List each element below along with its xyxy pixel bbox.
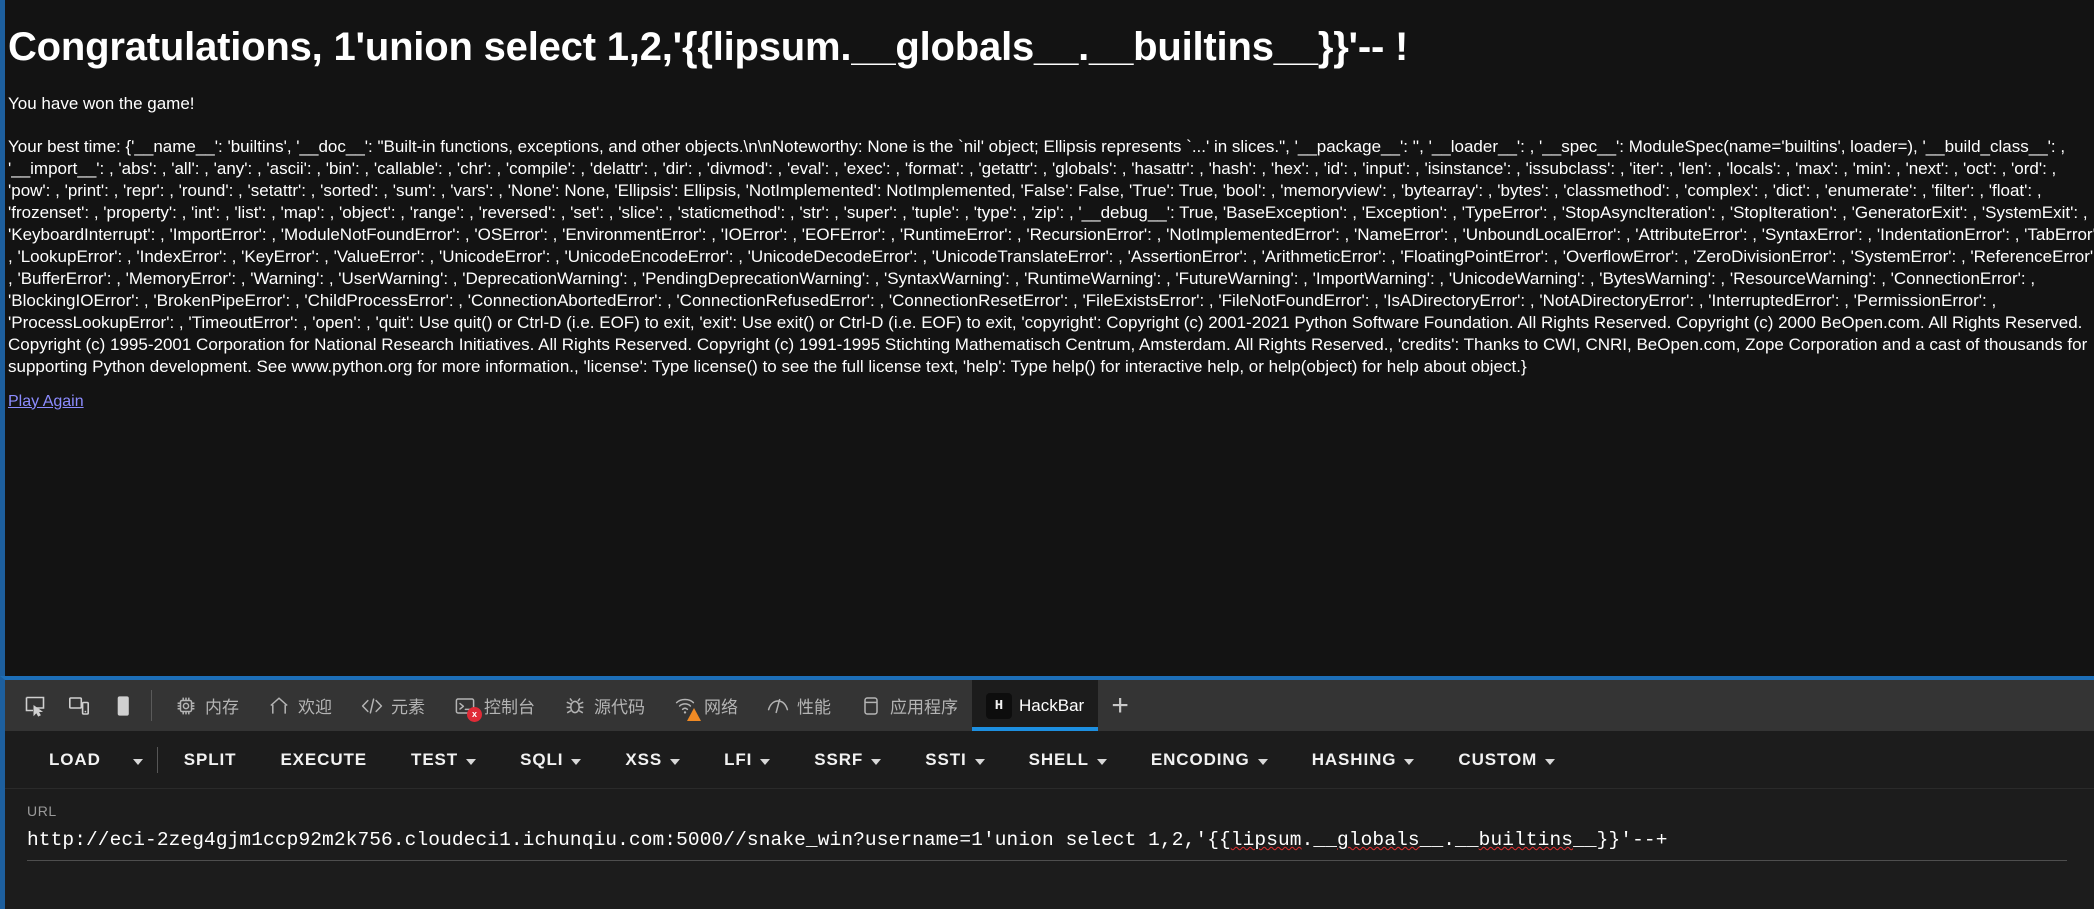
win-message: You have won the game! [8,94,195,113]
chevron-down-icon [1096,758,1107,765]
chevron-down-icon [871,758,882,765]
tab-label: 性能 [797,698,831,717]
menu-label: XSS [625,749,663,769]
url-sep-2: __.__ [1419,829,1479,851]
chevron-down-icon [1545,758,1556,765]
chevron-down-icon [670,758,681,765]
devtools-tabbar: 内存 欢迎 元素 x 控制台 源代码 网络 性能 应用程序 H HackBar … [5,680,2094,731]
code-brackets-icon [360,694,384,718]
hackbar-load-dropdown-toggle[interactable] [123,750,153,770]
tab-label: 内存 [205,698,239,717]
devtools-tool-buttons [5,680,149,731]
tab-network[interactable]: ! 网络 [659,680,752,731]
menu-divider [156,746,158,773]
tab-label: 控制台 [484,698,535,717]
hackbar-ssti-menu[interactable]: SSTI [903,743,1006,777]
memory-chip-icon [174,694,198,718]
tab-label: 网络 [704,698,738,717]
hackbar-test-menu[interactable]: TEST [389,743,498,777]
tab-performance[interactable]: 性能 [752,680,845,731]
url-token-lipsum: lipsum [1230,829,1302,851]
bug-debugger-icon [563,694,587,718]
inspect-picker-icon[interactable] [15,686,55,726]
url-token-builtins: builtins [1478,829,1574,851]
tab-label: 欢迎 [298,698,332,717]
dock-panel-icon[interactable] [103,686,143,726]
menu-label: ENCODING [1150,749,1250,769]
menu-label: SSTI [925,749,967,769]
menu-label: CUSTOM [1458,749,1538,769]
chevron-down-icon [132,758,143,765]
url-label: URL [27,803,57,819]
hackbar-xss-menu[interactable]: XSS [603,743,702,777]
tab-label: HackBar [1019,695,1085,715]
hackbar-ssrf-menu[interactable]: SSRF [792,743,903,777]
chevron-down-icon [974,758,985,765]
hackbar-lfi-menu[interactable]: LFI [702,743,792,777]
add-tab-button[interactable]: + [1098,680,1142,731]
tab-memory[interactable]: 内存 [160,680,253,731]
best-time-dump: Your best time: {'__name__': 'builtins',… [8,136,2094,377]
hackbar-split-button[interactable]: SPLIT [162,743,259,777]
play-again-link[interactable]: Play Again [8,393,84,411]
web-page-content: Congratulations, 1'union select 1,2,'{{l… [0,0,2094,676]
hackbar-load-button[interactable]: LOAD [27,743,123,777]
page-title: Congratulations, 1'union select 1,2,'{{l… [8,25,1409,69]
tab-console[interactable]: x 控制台 [439,680,549,731]
hackbar-logo-icon: H [986,692,1012,719]
menu-label: LFI [724,749,753,769]
devtools-tab-list: 内存 欢迎 元素 x 控制台 源代码 网络 性能 应用程序 H HackBar … [160,680,2094,731]
toolbar-divider [151,690,152,721]
home-icon [267,694,291,718]
application-storage-icon [859,694,883,718]
chevron-down-icon [571,758,582,765]
browser-window: Congratulations, 1'union select 1,2,'{{l… [0,0,2094,909]
responsive-design-icon[interactable] [59,686,99,726]
console-terminal-icon: x [453,694,482,722]
hackbar-shell-menu[interactable]: SHELL [1007,743,1129,777]
chevron-down-icon [1404,758,1415,765]
chevron-down-icon [466,758,477,765]
tab-elements[interactable]: 元素 [346,680,439,731]
menu-label: SHELL [1028,749,1089,769]
network-warning-badge: ! [687,707,702,722]
hackbar-encoding-menu[interactable]: ENCODING [1129,743,1290,777]
chevron-down-icon [1257,758,1268,765]
tab-label: 应用程序 [890,698,958,717]
url-prefix: http://eci-2zeg4gjm1ccp92m2k756.cloudeci… [27,829,1231,851]
hackbar-hashing-menu[interactable]: HASHING [1290,743,1437,777]
menu-label: SQLI [520,749,564,769]
url-sep-1: .__ [1301,829,1338,851]
hackbar-custom-menu[interactable]: CUSTOM [1436,743,1577,777]
hackbar-execute-button[interactable]: EXECUTE [258,743,389,777]
performance-gauge-icon [766,694,790,718]
tab-label: 源代码 [594,698,645,717]
network-wifi-icon: ! [673,694,701,721]
url-input[interactable]: http://eci-2zeg4gjm1ccp92m2k756.cloudeci… [27,829,2067,861]
chevron-down-icon [760,758,771,765]
menu-label: SSRF [814,749,864,769]
menu-label: HASHING [1311,749,1397,769]
tab-welcome[interactable]: 欢迎 [253,680,346,731]
tab-hackbar[interactable]: H HackBar [972,680,1099,731]
url-suffix: __}}'--+ [1573,829,1668,851]
url-token-globals: globals [1337,829,1420,851]
tab-debugger[interactable]: 源代码 [549,680,659,731]
menu-label: TEST [411,749,459,769]
console-error-badge: x [467,706,482,722]
tab-application[interactable]: 应用程序 [845,680,972,731]
devtools-panel: 内存 欢迎 元素 x 控制台 源代码 网络 性能 应用程序 H HackBar … [0,676,2094,909]
hackbar-url-section: URL http://eci-2zeg4gjm1ccp92m2k756.clou… [5,789,2094,861]
tab-label: 元素 [391,698,425,717]
hackbar-sqli-menu[interactable]: SQLI [498,743,603,777]
hackbar-menu-bar: LOAD SPLIT EXECUTE TEST SQLI XSS LFI SSR… [5,731,2094,789]
